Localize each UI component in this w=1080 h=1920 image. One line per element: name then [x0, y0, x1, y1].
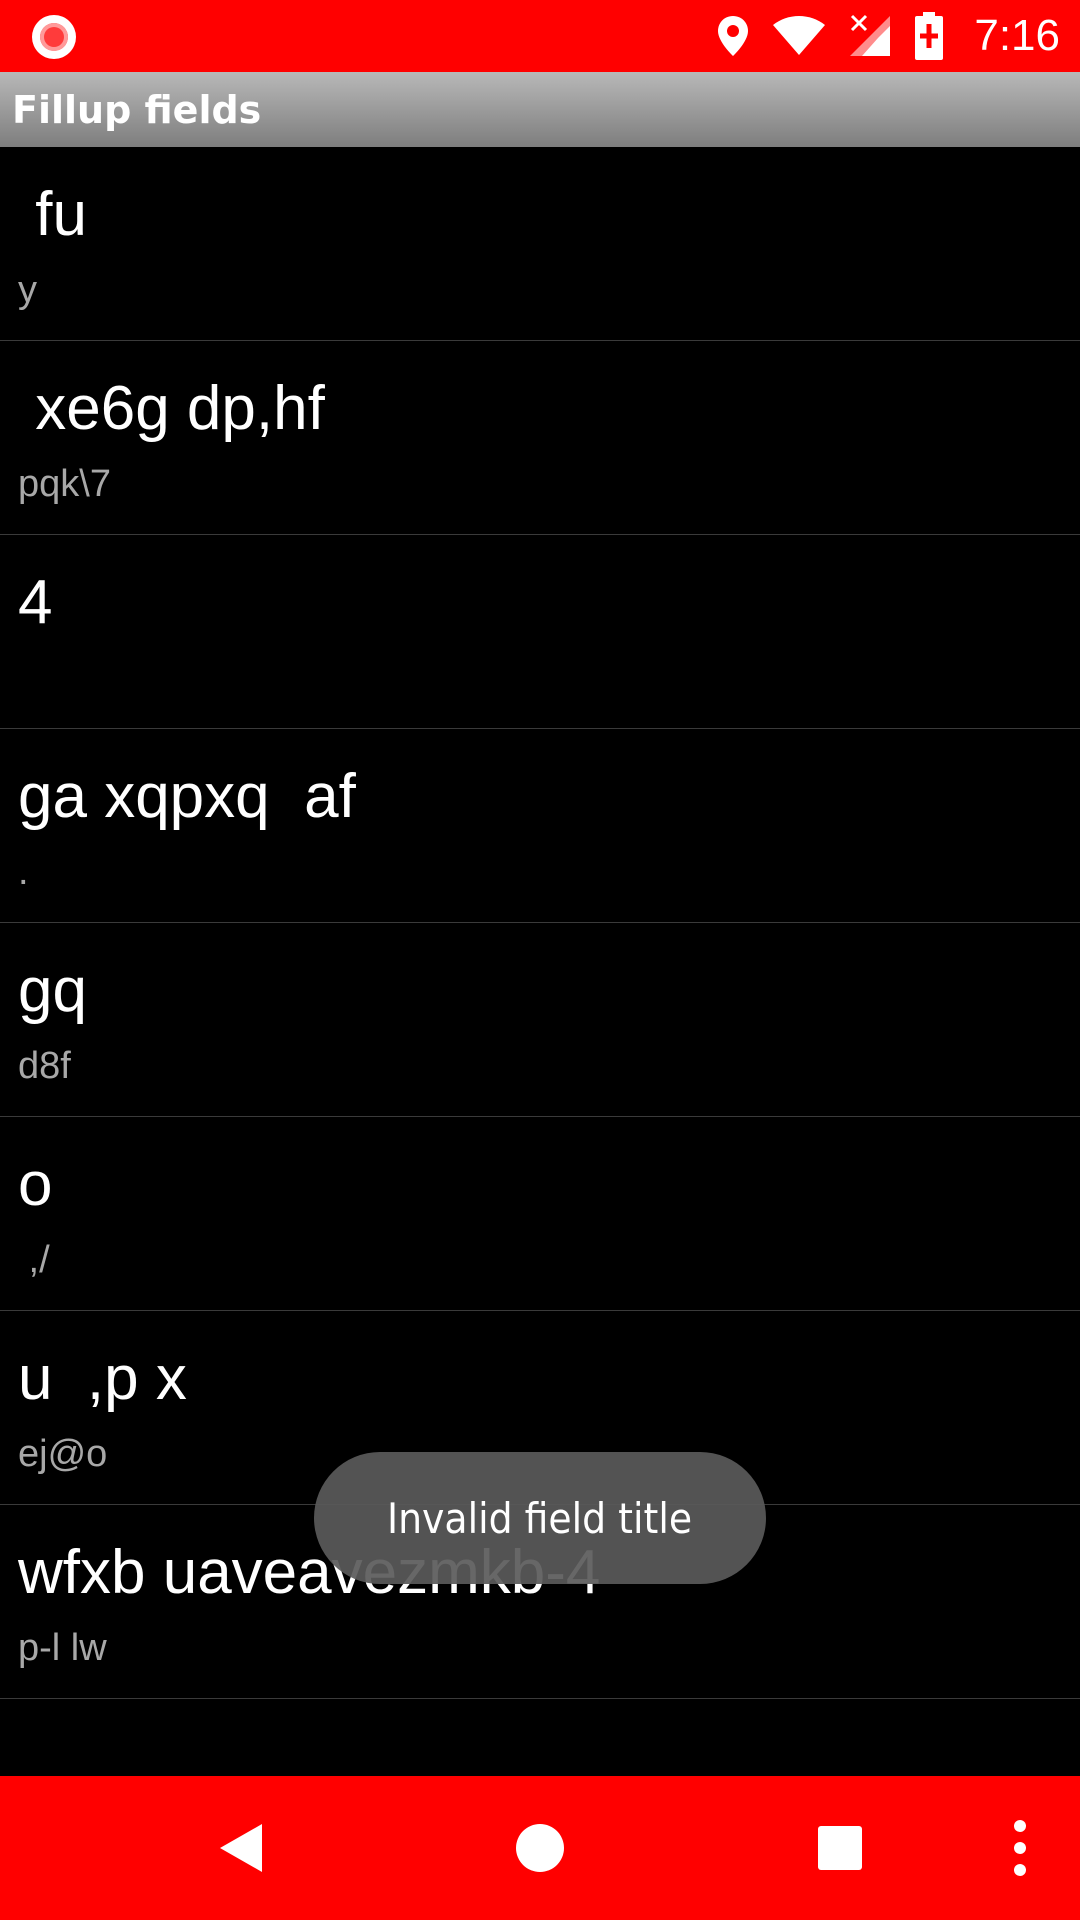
- list-item-title: o: [18, 1150, 53, 1219]
- list-item[interactable]: gq d8f: [0, 923, 1080, 1117]
- toast-message: Invalid field title: [387, 1493, 693, 1543]
- list-item-subtitle: ej@o: [18, 1433, 108, 1475]
- list-item-title: fu: [18, 180, 87, 249]
- home-button[interactable]: [500, 1776, 580, 1920]
- overflow-menu-button[interactable]: [990, 1776, 1050, 1920]
- screen-record-icon: [32, 15, 76, 59]
- back-icon: [220, 1824, 262, 1872]
- list-item[interactable]: xe6g dp,hf pqk\7: [0, 341, 1080, 535]
- recents-button[interactable]: [800, 1776, 880, 1920]
- navigation-bar: [0, 1776, 1080, 1920]
- status-clock: 7:16: [974, 11, 1060, 60]
- back-button[interactable]: [200, 1776, 280, 1920]
- wifi-icon: [773, 16, 826, 55]
- status-bar: 7:16: [0, 0, 1080, 72]
- list-item[interactable]: fu y: [0, 147, 1080, 341]
- overflow-menu-icon: [1014, 1820, 1026, 1876]
- list-item-title: ga xqpxq af: [18, 762, 356, 831]
- list-item[interactable]: o ,/: [0, 1117, 1080, 1311]
- list-item[interactable]: 4: [0, 535, 1080, 729]
- status-icons: 7:16: [716, 0, 1060, 72]
- location-icon: [718, 16, 749, 56]
- list-item-title: gq: [18, 956, 87, 1025]
- list-item-subtitle: .: [18, 851, 29, 893]
- cellular-no-signal-icon: [850, 14, 891, 56]
- list-item-subtitle: y: [18, 269, 37, 311]
- list-item-subtitle: d8f: [18, 1045, 71, 1087]
- list-item-subtitle: pqk\7: [18, 463, 111, 505]
- home-icon: [516, 1824, 564, 1872]
- list-item-subtitle: p-l lw: [18, 1627, 107, 1669]
- list-item-title: xe6g dp,hf: [18, 374, 325, 443]
- recents-icon: [818, 1826, 862, 1870]
- list-item-subtitle: ,/: [18, 1239, 50, 1281]
- toast: Invalid field title: [314, 1452, 766, 1584]
- list-item-title: 4: [18, 568, 53, 637]
- page-title: Fillup fields: [12, 87, 262, 132]
- app-bar: Fillup fields: [0, 72, 1080, 147]
- battery-charging-icon: [915, 12, 944, 60]
- list-item-title: u ,p x: [18, 1344, 187, 1413]
- list-item[interactable]: ga xqpxq af .: [0, 729, 1080, 923]
